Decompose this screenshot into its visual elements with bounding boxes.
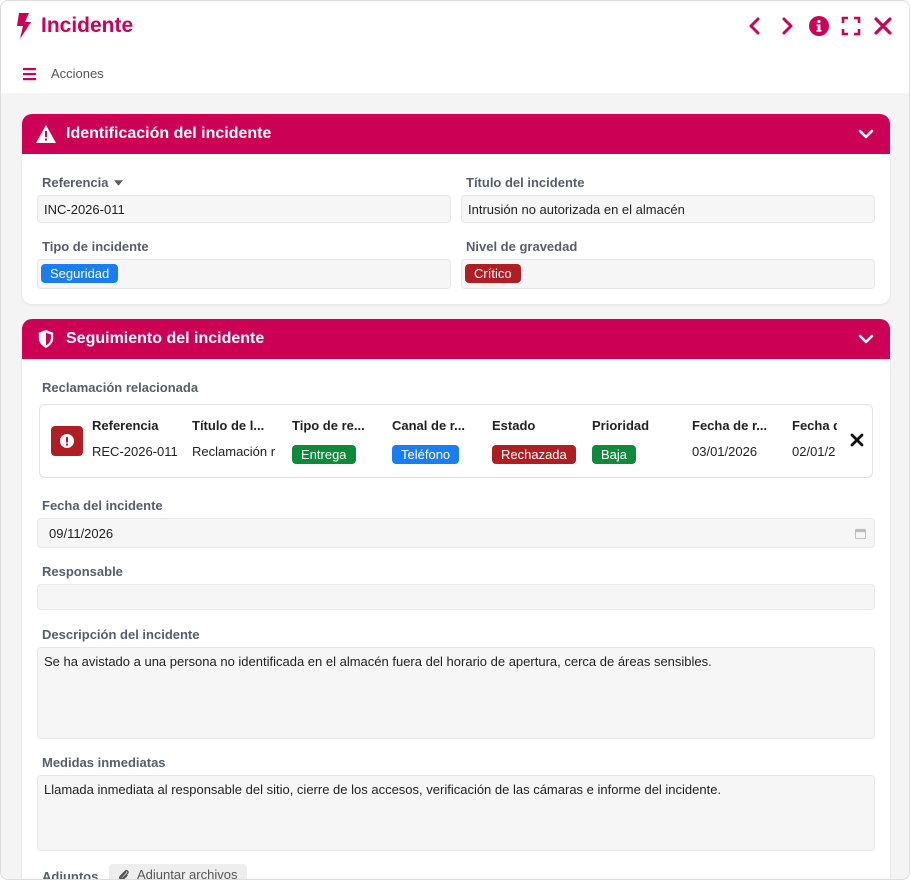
fecha-field[interactable]: 09/11/2026: [37, 518, 875, 548]
descripcion-textarea[interactable]: Se ha avistado a una persona no identifi…: [37, 647, 875, 739]
reclamacion-label: Reclamación relacionada: [42, 380, 199, 395]
claim-icon-box: [51, 426, 83, 456]
actions-menu[interactable]: Acciones: [23, 66, 104, 81]
previous-button[interactable]: [745, 15, 765, 37]
claim-col-header: Título de l...: [192, 418, 265, 433]
identification-section-header[interactable]: Identificación del incidente: [22, 114, 890, 154]
claim-estado-badge: Rechazada: [492, 445, 576, 464]
window-title: Incidente: [41, 14, 134, 37]
titulo-field[interactable]: Intrusión no autorizada en el almacén: [461, 195, 875, 223]
descripcion-label: Descripción del incidente: [42, 627, 200, 642]
tracking-section-header[interactable]: Seguimiento del incidente: [22, 319, 890, 359]
claim-tipo-badge: Entrega: [292, 445, 356, 464]
claim-col-header: Canal de r...: [392, 418, 465, 433]
referencia-label-text: Referencia: [42, 175, 109, 190]
medidas-textarea[interactable]: Llamada inmediata al responsable del sit…: [37, 775, 875, 851]
chevron-down-icon[interactable]: [858, 331, 874, 347]
calendar-icon[interactable]: [855, 528, 866, 539]
claim-col-header: Referencia: [92, 418, 159, 433]
info-circle-icon: [809, 16, 829, 36]
incident-window: Incidente Acciones Identificación del in…: [0, 0, 910, 880]
claim-col-header: Fecha d: [792, 418, 837, 433]
claim-referencia: REC-2026-011: [92, 444, 178, 459]
expand-icon: [841, 16, 861, 36]
close-icon: [874, 17, 892, 35]
titulo-label: Título del incidente: [466, 175, 585, 190]
tipo-badge: Seguridad: [41, 264, 119, 283]
chevron-down-icon[interactable]: [858, 126, 874, 142]
attach-files-button[interactable]: Adjuntar archivos: [109, 864, 248, 880]
fecha-value: 09/11/2026: [49, 526, 114, 541]
section-title: Seguimiento del incidente: [66, 330, 265, 347]
x-icon[interactable]: [850, 433, 864, 447]
exclamation-circle-icon: [60, 434, 74, 448]
claim-prioridad-badge: Baja: [592, 445, 637, 464]
actions-label: Acciones: [51, 66, 104, 81]
chevron-right-icon: [782, 17, 793, 35]
referencia-label[interactable]: Referencia: [42, 175, 124, 190]
fullscreen-button[interactable]: [841, 15, 861, 37]
claim-prioridad-cell: Baja: [592, 445, 637, 464]
claim-col-header: Fecha de r...: [692, 418, 768, 433]
nivel-field[interactable]: Crítico: [461, 259, 875, 289]
window-title-area: Incidente: [15, 13, 133, 39]
attach-files-label: Adjuntar archivos: [137, 867, 238, 880]
tracking-section: Seguimiento del incidente Reclamación re…: [22, 319, 890, 880]
hamburger-menu-icon: [23, 67, 36, 80]
claim-canal-badge: Teléfono: [392, 445, 460, 464]
shield-icon: [38, 330, 54, 348]
claim-canal-cell: Teléfono: [392, 445, 460, 464]
next-button[interactable]: [777, 15, 797, 37]
claim-col-header: Estado: [492, 418, 536, 433]
claim-fecha-r: 03/01/2026: [692, 444, 758, 459]
responsable-label: Responsable: [42, 564, 123, 579]
window-header: Incidente Acciones: [1, 1, 909, 93]
identification-section: Identificación del incidente Referencia …: [22, 114, 890, 304]
paperclip-icon: [119, 869, 129, 879]
claim-fecha-d: 02/01/2: [792, 444, 836, 459]
lightning-bolt-icon: [17, 13, 31, 39]
chevron-left-icon: [749, 17, 760, 35]
responsable-field[interactable]: [37, 584, 875, 610]
adjuntos-label: Adjuntos: [42, 869, 99, 880]
claim-titulo: Reclamación r: [192, 444, 276, 459]
medidas-label: Medidas inmediatas: [42, 755, 166, 770]
tipo-label: Tipo de incidente: [42, 239, 149, 254]
related-claim-card[interactable]: Referencia Título de l... Tipo de re... …: [39, 404, 873, 478]
close-button[interactable]: [873, 15, 893, 37]
claim-tipo-cell: Entrega: [292, 445, 356, 464]
nivel-label: Nivel de gravedad: [466, 239, 578, 254]
window-controls: [745, 15, 893, 37]
claim-col-header: Prioridad: [592, 418, 650, 433]
section-title: Identificación del incidente: [66, 125, 272, 142]
fecha-label: Fecha del incidente: [42, 498, 163, 513]
referencia-field[interactable]: INC-2026-011: [37, 195, 451, 223]
claim-col-header: Tipo de re...: [292, 418, 365, 433]
warning-triangle-icon: [36, 125, 56, 143]
claim-estado-cell: Rechazada: [492, 445, 576, 464]
info-button[interactable]: [809, 15, 829, 37]
nivel-badge: Crítico: [465, 264, 521, 283]
tipo-field[interactable]: Seguridad: [37, 259, 451, 289]
caret-down-icon: [114, 179, 124, 186]
